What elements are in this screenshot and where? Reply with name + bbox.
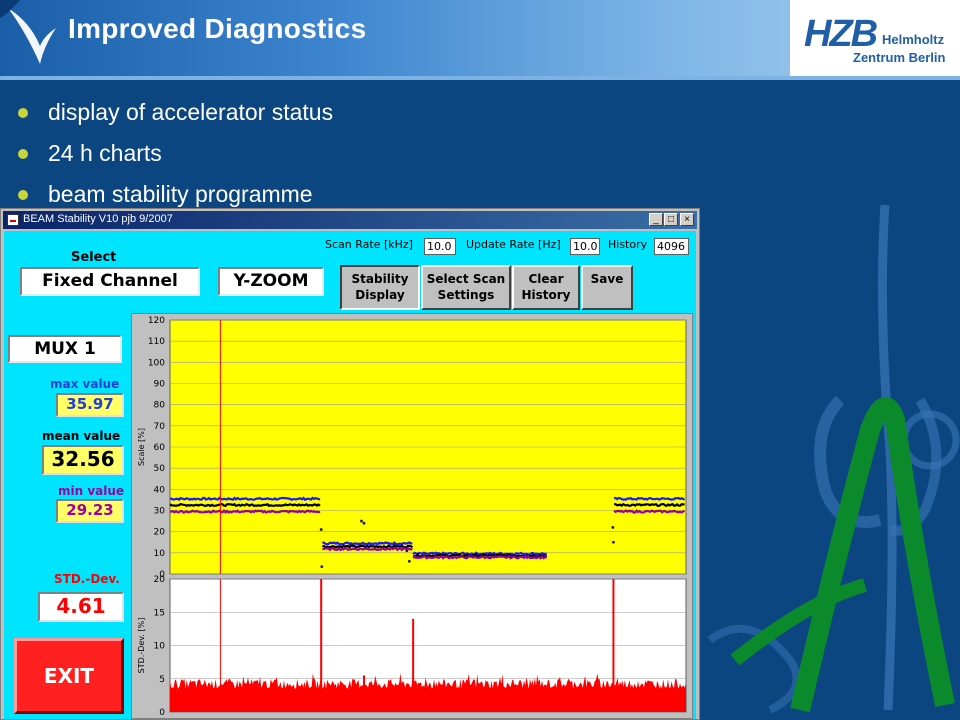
upper-tick-label: 120 [148,316,165,326]
min-trace [412,554,548,560]
lower-axis-label: STD.-Dev. [%] [137,618,146,674]
bullet-list: display of accelerator status 24 h chart… [18,92,333,215]
update-rate-field[interactable]: 10.0 [570,238,600,255]
logo-line-2: Zentrum Berlin [853,50,946,65]
y-zoom-selector[interactable]: Y-ZOOM [218,267,324,296]
max-value-display: 35.97 [56,393,124,417]
min-value-label: min value [58,484,125,498]
bullet-item: 24 h charts [18,133,333,174]
bullet-dot-icon [18,189,28,200]
outlier-point [319,528,323,531]
bullet-item: display of accelerator status [18,92,333,133]
upper-tick-label: 20 [154,528,166,538]
scan-rate-field[interactable]: 10.0 [424,238,456,255]
stability-display-button[interactable]: Stability Display [340,265,420,310]
upper-tick-label: 10 [154,549,166,559]
mean-value-display: 32.56 [42,445,124,475]
scan-rate-label: Scan Rate [kHz] [325,238,413,251]
history-field[interactable]: 4096 [654,238,689,255]
header-divider [0,76,960,80]
upper-tick-label: 100 [148,358,165,368]
upper-tick-label: 30 [154,507,166,517]
min-value-display: 29.23 [56,499,124,523]
exit-button[interactable]: EXIT [14,638,124,714]
minimize-button[interactable]: _ [649,213,663,226]
stability-charts: 0102030405060708090100110120Scale [%]051… [137,316,687,718]
outlier-point [405,549,409,553]
upper-tick-label: 110 [148,337,165,347]
close-button[interactable]: × [680,213,694,226]
clear-history-button[interactable]: Clear History [512,265,580,310]
outlier-point [407,559,411,563]
select-scan-settings-button[interactable]: Select Scan Settings [421,265,511,310]
bullet-dot-icon [18,107,28,118]
hzb-logo: HZB Helmholtz Zentrum Berlin [790,0,960,76]
mux-selector[interactable]: MUX 1 [8,335,122,363]
upper-tick-label: 90 [154,380,166,390]
std-dev-label: STD.-Dev. [54,572,120,586]
mean-value-label: mean value [42,429,121,443]
bullet-dot-icon [18,148,28,159]
history-label: History [608,238,648,251]
upper-tick-label: 60 [154,443,166,453]
std-dev-display: 4.61 [38,592,124,622]
swoosh-logo-icon [0,0,56,64]
outlier-point [611,526,615,529]
update-rate-label: Update Rate [Hz] [466,238,561,251]
save-button[interactable]: Save [581,265,633,310]
upper-tick-label: 40 [154,485,166,495]
slide-title: Improved Diagnostics [68,13,367,44]
app-icon [7,214,19,226]
logo-line-1: Helmholtz [882,32,945,47]
outlier-point [612,540,615,544]
lower-tick-label: 5 [159,675,165,685]
maximize-button[interactable]: □ [664,213,678,226]
outlier-point [360,519,363,523]
slide-header: Improved Diagnostics HZB Helmholtz Zentr… [0,0,960,76]
window-titlebar[interactable]: BEAM Stability V10 pjb 9/2007 _ □ × [3,211,697,229]
upper-axis-label: Scale [%] [137,428,146,466]
max-trace [169,496,321,502]
max-value-label: max value [50,377,120,391]
lower-tick-label: 0 [159,708,165,718]
decorative-artwork [707,204,960,714]
mean-trace [169,502,321,508]
upper-tick-label: 50 [154,464,166,474]
fixed-channel-selector[interactable]: Fixed Channel [20,267,200,296]
outlier-point [362,521,366,525]
chart-panel: 0 10 20 30 40 50 60 70 80 90 100 110 120 Scale [%] 0 5 1… [131,313,693,719]
mean-trace [613,502,685,508]
lower-tick-label: 10 [154,642,166,652]
lower-tick-label: 20 [154,575,166,585]
upper-tick-label: 80 [154,401,166,411]
select-label: Select [71,250,117,265]
lower-tick-label: 15 [154,608,165,618]
outlier-point [320,565,324,568]
window-title: BEAM Stability V10 pjb 9/2007 [23,213,173,225]
window-client-area: Scan Rate [kHz] 10.0 Update Rate [Hz] 10… [4,231,696,719]
upper-tick-label: 70 [154,422,166,432]
beam-stability-window: BEAM Stability V10 pjb 9/2007 _ □ × Scan… [0,208,700,720]
